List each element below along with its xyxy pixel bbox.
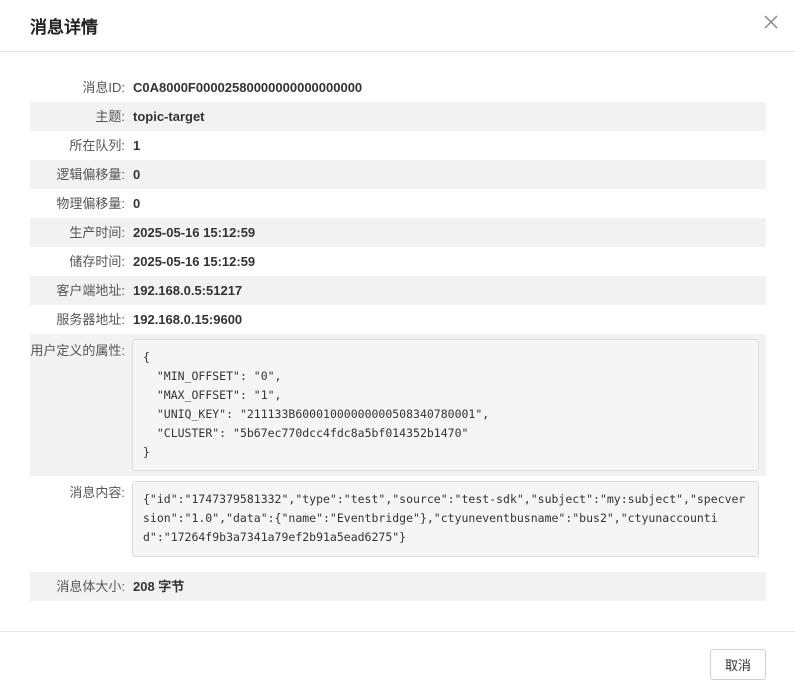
field-row-logical-offset: 逻辑偏移量: 0 xyxy=(30,160,766,189)
field-value: 192.168.0.15:9600 xyxy=(133,312,243,327)
field-label: 客户端地址: xyxy=(56,283,125,298)
field-row-server-addr: 服务器地址: 192.168.0.15:9600 xyxy=(30,305,766,334)
field-value: topic-target xyxy=(133,109,205,124)
field-value: 208 字节 xyxy=(133,579,185,594)
field-row-topic: 主题: topic-target xyxy=(30,102,766,131)
field-value: 0 xyxy=(133,167,141,182)
field-row-content: 消息内容: {"id":"1747379581332","type":"test… xyxy=(30,476,766,562)
close-icon[interactable] xyxy=(761,12,781,32)
dialog-header: 消息详情 xyxy=(0,0,795,52)
cancel-button[interactable]: 取消 xyxy=(710,649,766,680)
user-props-codebox: { "MIN_OFFSET": "0", "MAX_OFFSET": "1", … xyxy=(132,339,759,471)
field-row-user-props: 用户定义的属性: { "MIN_OFFSET": "0", "MAX_OFFSE… xyxy=(30,334,766,476)
field-row-store-time: 储存时间: 2025-05-16 15:12:59 xyxy=(30,247,766,276)
field-label: 消息体大小: xyxy=(56,579,125,594)
field-label: 消息ID: xyxy=(82,80,125,95)
dialog-title: 消息详情 xyxy=(30,18,98,37)
content-codebox: {"id":"1747379581332","type":"test","sou… xyxy=(132,481,759,557)
field-value: C0A8000F00002580000000000000000 xyxy=(133,80,363,95)
field-value: 0 xyxy=(133,196,141,211)
field-label: 逻辑偏移量: xyxy=(56,167,125,182)
field-row-physical-offset: 物理偏移量: 0 xyxy=(30,189,766,218)
field-value: 1 xyxy=(133,138,141,153)
field-label: 用户定义的属性: xyxy=(30,343,125,358)
field-value: 192.168.0.5:51217 xyxy=(133,283,243,298)
field-row-client-addr: 客户端地址: 192.168.0.5:51217 xyxy=(30,276,766,305)
field-row-body-size: 消息体大小: 208 字节 xyxy=(30,572,766,601)
detail-list: 消息ID: C0A8000F00002580000000000000000 主题… xyxy=(30,73,766,601)
field-label: 物理偏移量: xyxy=(56,196,125,211)
message-detail-dialog: 消息详情 消息ID: C0A8000F000025800000000000000… xyxy=(0,0,795,693)
dialog-footer: 取消 xyxy=(0,631,795,694)
field-label: 所在队列: xyxy=(69,138,125,153)
field-row-produce-time: 生产时间: 2025-05-16 15:12:59 xyxy=(30,218,766,247)
field-label: 储存时间: xyxy=(69,254,125,269)
field-label: 主题: xyxy=(95,109,125,124)
field-label: 生产时间: xyxy=(69,225,125,240)
field-value: 2025-05-16 15:12:59 xyxy=(133,225,256,240)
field-label: 服务器地址: xyxy=(56,312,125,327)
field-row-queue: 所在队列: 1 xyxy=(30,131,766,160)
field-label: 消息内容: xyxy=(69,485,125,500)
field-value: 2025-05-16 15:12:59 xyxy=(133,254,256,269)
field-row-msg-id: 消息ID: C0A8000F00002580000000000000000 xyxy=(30,73,766,102)
